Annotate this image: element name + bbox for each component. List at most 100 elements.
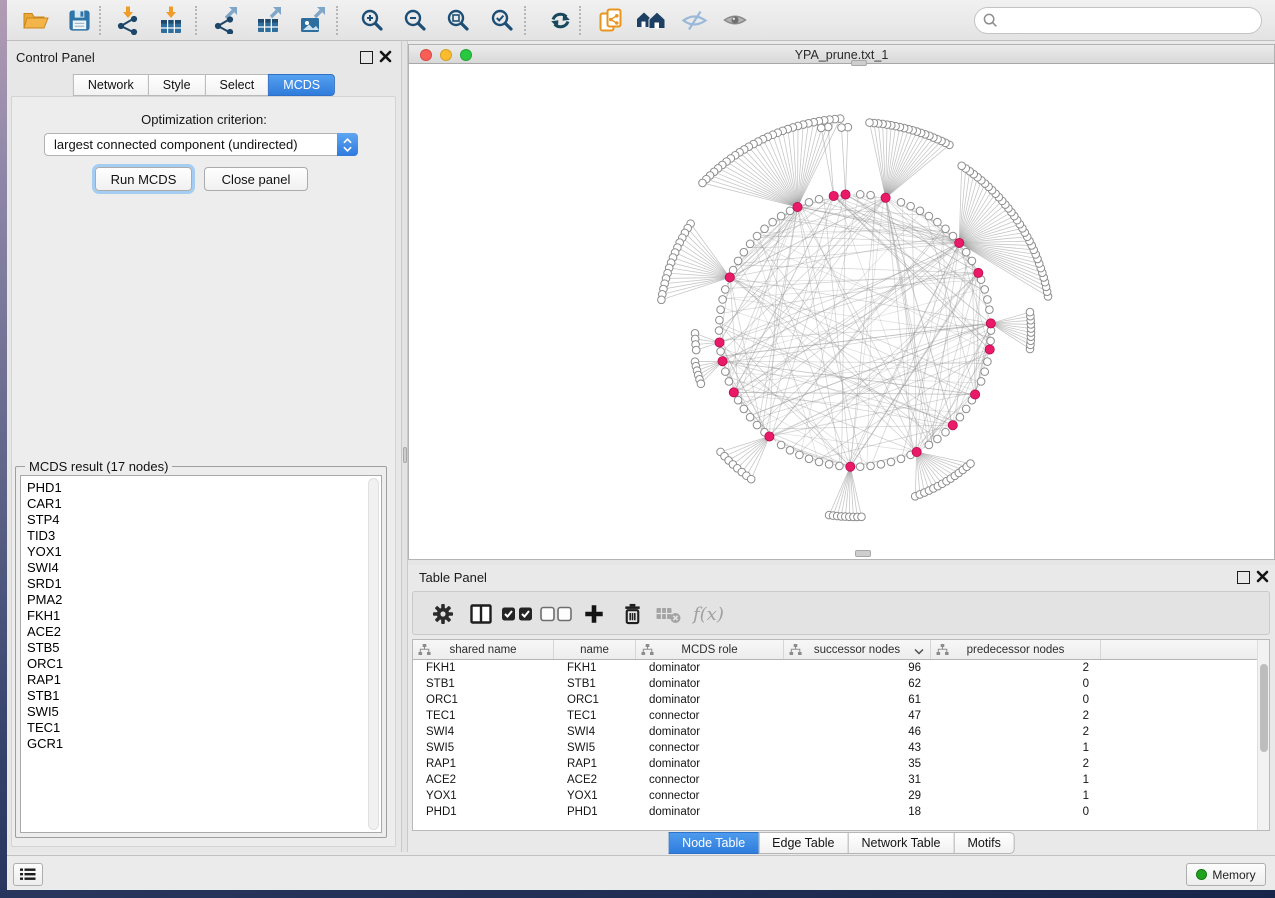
cell-mcds-role[interactable]: dominator: [636, 724, 784, 740]
mcds-list-scrollbar[interactable]: [368, 478, 379, 830]
network-canvas[interactable]: [408, 64, 1275, 560]
cell-shared-name[interactable]: SWI4: [413, 724, 554, 740]
float-table-panel-button[interactable]: [1237, 571, 1250, 584]
export-table-button[interactable]: [250, 3, 288, 37]
cell-mcds-role[interactable]: dominator: [636, 692, 784, 708]
export-network-button[interactable]: [206, 3, 244, 37]
search-field[interactable]: [974, 7, 1262, 34]
cell-predecessor-nodes[interactable]: 1: [931, 772, 1101, 788]
cell-predecessor-nodes[interactable]: 2: [931, 660, 1101, 676]
cell-successor-nodes[interactable]: 43: [784, 740, 931, 756]
cell-shared-name[interactable]: SWI5: [413, 740, 554, 756]
cell-successor-nodes[interactable]: 62: [784, 676, 931, 692]
cell-successor-nodes[interactable]: 61: [784, 692, 931, 708]
cell-mcds-role[interactable]: connector: [636, 740, 784, 756]
cell-mcds-role[interactable]: dominator: [636, 756, 784, 772]
zoom-fit-button[interactable]: [439, 3, 477, 37]
show-selected-button[interactable]: [716, 3, 754, 37]
zoom-out-button[interactable]: [396, 3, 434, 37]
cell-successor-nodes[interactable]: 31: [784, 772, 931, 788]
splitter-grip[interactable]: [851, 60, 867, 66]
cell-successor-nodes[interactable]: 29: [784, 788, 931, 804]
table-tab[interactable]: Node Table: [668, 832, 758, 854]
cell-mcds-role[interactable]: dominator: [636, 676, 784, 692]
cell-name[interactable]: ORC1: [554, 692, 636, 708]
memory-button[interactable]: Memory: [1186, 863, 1266, 886]
open-file-button[interactable]: [17, 3, 55, 37]
cell-name[interactable]: TEC1: [554, 708, 636, 724]
refresh-view-button[interactable]: [541, 3, 579, 37]
cell-predecessor-nodes[interactable]: 2: [931, 724, 1101, 740]
delete-column-button[interactable]: [615, 597, 649, 631]
table-scrollbar-thumb[interactable]: [1260, 664, 1268, 752]
mcds-result-item[interactable]: FKH1: [21, 608, 381, 624]
control-panel-tab[interactable]: Network: [73, 74, 148, 96]
save-session-button[interactable]: [60, 3, 98, 37]
hide-selected-button[interactable]: [675, 3, 713, 37]
column-header[interactable]: MCDS role: [636, 640, 784, 659]
cell-shared-name[interactable]: RAP1: [413, 756, 554, 772]
column-header[interactable]: name: [554, 640, 636, 659]
zoom-selected-button[interactable]: [483, 3, 521, 37]
vertical-splitter[interactable]: [401, 41, 408, 852]
cell-mcds-role[interactable]: connector: [636, 772, 784, 788]
delete-table-button[interactable]: [651, 597, 685, 631]
mcds-result-item[interactable]: SWI5: [21, 704, 381, 720]
cell-name[interactable]: ACE2: [554, 772, 636, 788]
cell-predecessor-nodes[interactable]: 2: [931, 756, 1101, 772]
cell-name[interactable]: RAP1: [554, 756, 636, 772]
cell-name[interactable]: SWI4: [554, 724, 636, 740]
export-image-button[interactable]: [294, 3, 332, 37]
duplicate-network-button[interactable]: [592, 3, 630, 37]
zoom-in-button[interactable]: [353, 3, 391, 37]
cell-shared-name[interactable]: YOX1: [413, 788, 554, 804]
cell-name[interactable]: STB1: [554, 676, 636, 692]
mcds-result-item[interactable]: STB1: [21, 688, 381, 704]
mcds-result-item[interactable]: PHD1: [21, 480, 381, 496]
mcds-result-item[interactable]: STP4: [21, 512, 381, 528]
column-header[interactable]: successor nodes: [784, 640, 931, 659]
cell-mcds-role[interactable]: dominator: [636, 660, 784, 676]
cell-shared-name[interactable]: ACE2: [413, 772, 554, 788]
show-columns-button[interactable]: [464, 597, 498, 631]
cell-successor-nodes[interactable]: 18: [784, 804, 931, 820]
mcds-result-item[interactable]: TID3: [21, 528, 381, 544]
cell-predecessor-nodes[interactable]: 1: [931, 740, 1101, 756]
close-panel-button[interactable]: [378, 50, 392, 64]
splitter-grip[interactable]: [403, 447, 407, 463]
mcds-result-item[interactable]: ACE2: [21, 624, 381, 640]
cell-successor-nodes[interactable]: 46: [784, 724, 931, 740]
table-scrollbar[interactable]: [1257, 640, 1269, 830]
mcds-result-item[interactable]: PMA2: [21, 592, 381, 608]
table-tab[interactable]: Edge Table: [758, 832, 847, 854]
control-panel-tab[interactable]: MCDS: [268, 74, 335, 96]
splitter-grip[interactable]: [855, 550, 871, 557]
mcds-result-item[interactable]: SRD1: [21, 576, 381, 592]
select-all-rows-button[interactable]: [500, 597, 534, 631]
cell-shared-name[interactable]: ORC1: [413, 692, 554, 708]
mcds-result-item[interactable]: RAP1: [21, 672, 381, 688]
import-table-button[interactable]: [152, 3, 190, 37]
control-panel-tab[interactable]: Style: [148, 74, 205, 96]
cell-name[interactable]: SWI5: [554, 740, 636, 756]
cell-successor-nodes[interactable]: 35: [784, 756, 931, 772]
cell-mcds-role[interactable]: connector: [636, 708, 784, 724]
cell-shared-name[interactable]: PHD1: [413, 804, 554, 820]
add-column-button[interactable]: [577, 597, 611, 631]
cell-name[interactable]: FKH1: [554, 660, 636, 676]
cell-mcds-role[interactable]: dominator: [636, 804, 784, 820]
search-input[interactable]: [1003, 13, 1261, 28]
close-mcds-panel-button[interactable]: Close panel: [204, 167, 308, 191]
cell-predecessor-nodes[interactable]: 0: [931, 804, 1101, 820]
cell-mcds-role[interactable]: connector: [636, 788, 784, 804]
cell-predecessor-nodes[interactable]: 1: [931, 788, 1101, 804]
mcds-result-item[interactable]: CAR1: [21, 496, 381, 512]
cell-successor-nodes[interactable]: 96: [784, 660, 931, 676]
mcds-result-item[interactable]: GCR1: [21, 736, 381, 752]
mcds-result-item[interactable]: SWI4: [21, 560, 381, 576]
function-builder-button[interactable]: f(x): [689, 597, 731, 631]
home-networks-button[interactable]: [632, 3, 670, 37]
mcds-result-item[interactable]: STB5: [21, 640, 381, 656]
table-tab[interactable]: Network Table: [848, 832, 954, 854]
control-panel-tab[interactable]: Select: [205, 74, 269, 96]
